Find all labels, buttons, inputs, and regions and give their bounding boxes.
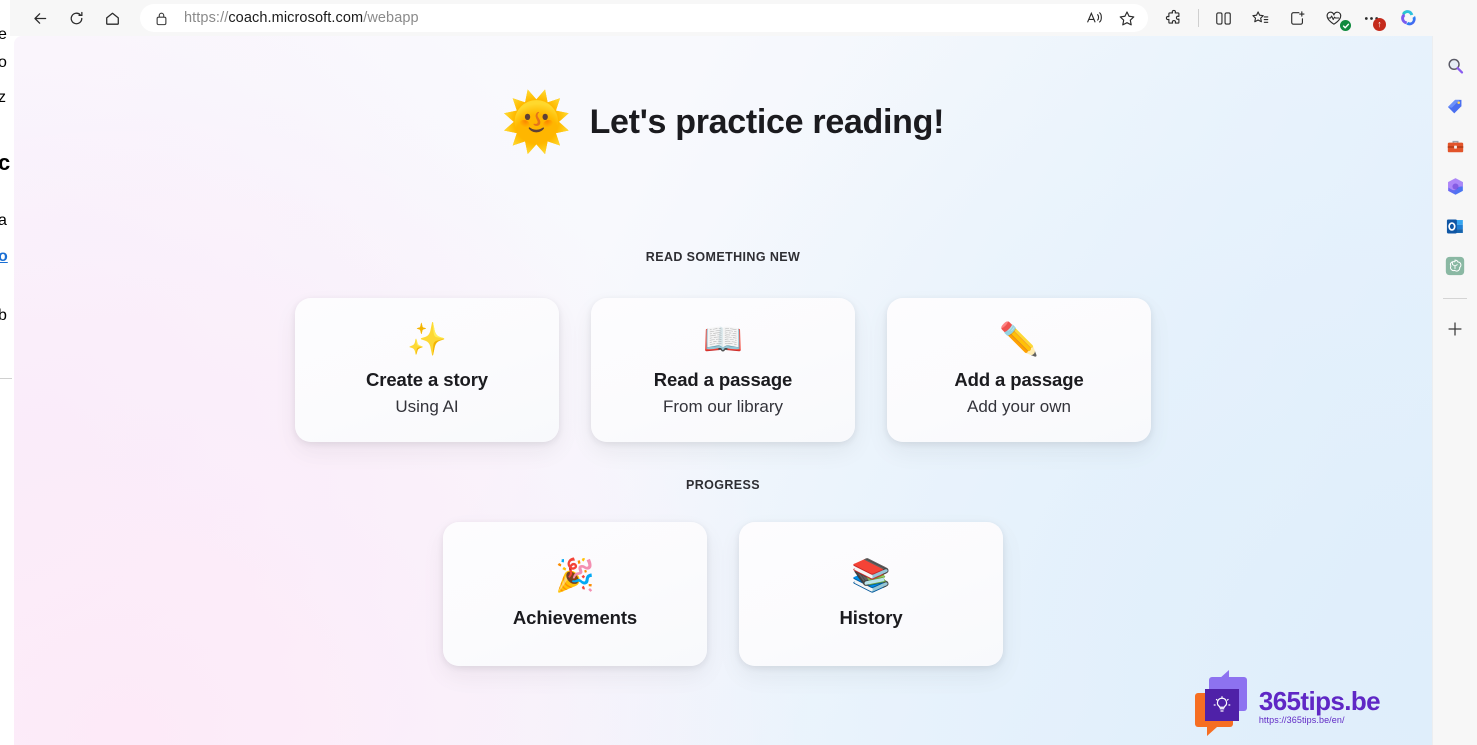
favorites-list-icon [1251, 10, 1268, 23]
url-host: coach.microsoft.com [228, 10, 364, 26]
sparkles-emoji: ✨ [407, 321, 447, 357]
tools-briefcase-icon [1447, 140, 1463, 152]
toolbar-right-actions: ↑ [1156, 3, 1426, 33]
card-add-a-passage[interactable]: ✏️ Add a passage Add your own [887, 298, 1151, 442]
address-bar-actions [1080, 6, 1142, 30]
card-subtitle: Add your own [967, 397, 1071, 416]
bg-fragment-heading: c [0, 150, 11, 175]
search-icon [1447, 58, 1463, 74]
sidebar-divider [1443, 298, 1467, 299]
copilot-icon[interactable] [1390, 3, 1426, 33]
microsoft-copilot-icon [1447, 177, 1463, 195]
home-icon [105, 12, 119, 25]
refresh-icon [70, 11, 82, 24]
page-title: Let's practice reading! [589, 102, 945, 141]
section-label-progress: PROGRESS [685, 478, 761, 492]
watermark-name: 365tips.be [1258, 685, 1381, 716]
card-title: History [839, 607, 903, 628]
browser-toolbar: https://coach.microsoft.com/webapp ↑ [10, 0, 1477, 36]
lightbulb-badge [1204, 689, 1239, 721]
plus-icon [1448, 322, 1462, 336]
toolbar-divider [1198, 9, 1199, 27]
bg-fragment: o [0, 54, 7, 71]
books-emoji: 📚 [851, 557, 891, 593]
update-badge: ↑ [1373, 18, 1386, 31]
url-path: /webapp [363, 10, 419, 26]
refresh-button[interactable] [58, 3, 94, 33]
pencil-emoji: ✏️ [999, 321, 1039, 357]
collections-icon[interactable] [1242, 3, 1278, 33]
navigation-buttons [10, 3, 130, 33]
open-book-emoji: 📖 [703, 321, 743, 357]
read-something-new-cards: ✨ Create a story Using AI 📖 Read a passa… [14, 298, 1432, 442]
section-label-read-something-new: READ SOMETHING NEW [645, 250, 801, 264]
lightbulb-icon [1213, 696, 1231, 712]
sidebar-item-tools[interactable] [1439, 130, 1471, 162]
url-scheme: https:// [184, 10, 229, 26]
bg-fragment: z [0, 89, 6, 106]
sun-with-face-emoji: 🌞 [501, 90, 572, 153]
party-popper-emoji: 🎉 [555, 557, 595, 593]
progress-cards: 🎉 Achievements 📚 History [14, 522, 1432, 666]
sidebar-item-shopping[interactable] [1439, 90, 1471, 122]
card-title: Read a passage [653, 369, 793, 390]
sidebar-add-button[interactable] [1439, 313, 1471, 345]
bg-fragment: e [0, 26, 7, 43]
card-subtitle: From our library [663, 397, 783, 416]
sidebar-item-microsoft-copilot[interactable] [1439, 170, 1471, 202]
check-icon [1342, 23, 1349, 28]
card-history[interactable]: 📚 History [739, 522, 1003, 666]
card-title: Add a passage [954, 369, 1084, 390]
split-screen-icon[interactable] [1205, 3, 1241, 33]
settings-more-icon[interactable]: ↑ [1353, 3, 1389, 33]
shopping-tag-icon [1447, 99, 1461, 113]
bg-fragment: b [0, 307, 7, 324]
sidebar-item-outlook[interactable] [1439, 210, 1471, 242]
card-read-a-passage[interactable]: 📖 Read a passage From our library [591, 298, 855, 442]
card-title: Achievements [512, 607, 638, 628]
365tips-watermark: 365tips.be https://365tips.be/en/ [1194, 670, 1381, 736]
browser-essentials-icon[interactable] [1316, 3, 1352, 33]
read-aloud-button[interactable] [1080, 6, 1110, 30]
card-achievements[interactable]: 🎉 Achievements [443, 522, 707, 666]
page-content: 🌞 Let's practice reading! READ SOMETHING… [14, 36, 1432, 745]
extensions-icon[interactable] [1156, 3, 1192, 33]
add-favorite-button[interactable] [1112, 6, 1142, 30]
read-aloud-icon [1086, 11, 1102, 23]
bg-divider [0, 378, 12, 379]
365tips-wordmark: 365tips.be https://365tips.be/en/ [1258, 685, 1381, 725]
lock-icon[interactable] [150, 11, 172, 26]
collection-plus-icon [1290, 10, 1305, 25]
hero-header: 🌞 Let's practice reading! [14, 94, 1432, 150]
bg-fragment: a [0, 212, 7, 229]
sidebar-item-chatgpt[interactable] [1439, 250, 1471, 282]
365tips-logo-mark [1194, 670, 1251, 736]
star-icon [1119, 10, 1135, 25]
card-create-a-story[interactable]: ✨ Create a story Using AI [295, 298, 559, 442]
card-subtitle: Using AI [395, 397, 459, 416]
copilot-glyph [1400, 9, 1416, 25]
padlock-glyph [156, 12, 166, 25]
add-to-collection-icon[interactable] [1279, 3, 1315, 33]
edge-sidebar [1432, 36, 1477, 745]
card-title: Create a story [366, 369, 488, 390]
watermark-url: https://365tips.be/en/ [1258, 714, 1345, 725]
home-button[interactable] [94, 3, 130, 33]
back-button[interactable] [22, 3, 58, 33]
address-bar[interactable]: https://coach.microsoft.com/webapp [140, 4, 1148, 32]
split-screen-glyph [1215, 11, 1231, 25]
url-text[interactable]: https://coach.microsoft.com/webapp [172, 10, 1080, 26]
chatgpt-icon [1445, 256, 1465, 276]
sidebar-item-search[interactable] [1439, 50, 1471, 82]
essentials-check-badge [1340, 20, 1351, 31]
back-arrow-icon [33, 12, 46, 24]
puzzle-piece-icon [1165, 9, 1179, 24]
outlook-icon [1446, 219, 1463, 233]
bg-fragment-link[interactable]: o [0, 248, 8, 266]
